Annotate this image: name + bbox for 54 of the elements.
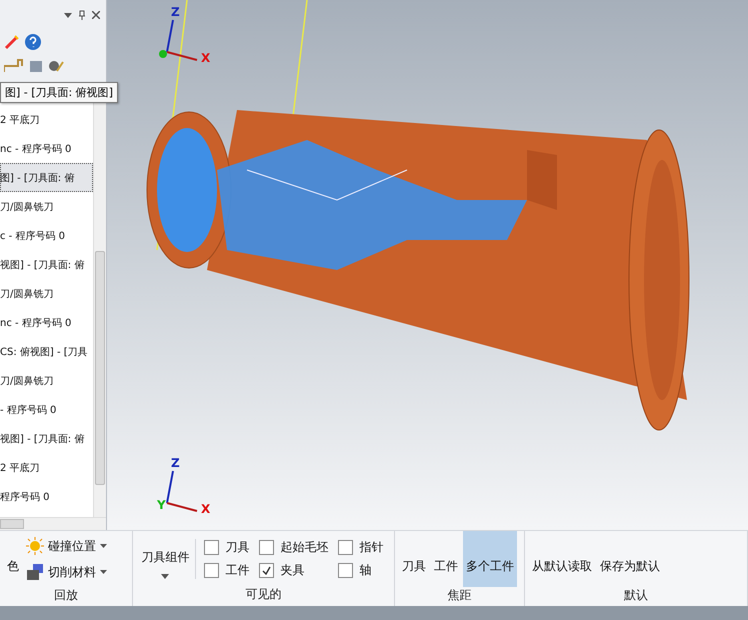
ribbon-menu-button[interactable]: 切削材料: [24, 561, 109, 583]
tooltip: 图] - [刀具面: 俯视图]: [0, 82, 118, 103]
group-label: 焦距: [446, 587, 473, 604]
axis-label: Z: [171, 5, 180, 19]
axis-label: Y: [157, 498, 166, 512]
caret-icon: [100, 570, 107, 574]
ribbon-button[interactable]: 保存为默认: [597, 531, 664, 587]
checkbox[interactable]: 指针: [338, 538, 384, 556]
toolpath-row[interactable]: 视图] - [刀具面: 俯: [0, 424, 93, 453]
checkbox[interactable]: 轴: [338, 562, 384, 578]
checkbox[interactable]: 工件: [204, 562, 250, 578]
ribbon-button[interactable]: 刀具: [398, 531, 429, 587]
checkbox[interactable]: 刀具: [204, 538, 250, 556]
toolpath-row[interactable]: CS: 俯视图] - [刀具: [0, 337, 93, 366]
vertical-scrollbar[interactable]: [93, 101, 106, 517]
dropdown-icon[interactable]: [64, 12, 72, 18]
horizontal-scrollbar[interactable]: [0, 517, 106, 530]
group-label: 可见的: [244, 586, 283, 603]
ribbon-dropdown[interactable]: 刀具组件: [137, 534, 194, 582]
checkbox[interactable]: 起始毛坯: [259, 538, 328, 556]
pin-icon[interactable]: [78, 10, 86, 20]
ribbon-button[interactable]: 工件: [430, 531, 461, 587]
toolpath-row[interactable]: 刀/圆鼻铣刀: [0, 192, 93, 221]
toolpath-row[interactable]: c - 程序号码 0: [0, 221, 93, 250]
ribbon-button[interactable]: 从默认读取: [529, 531, 596, 587]
sphere-pen-icon[interactable]: [48, 58, 64, 74]
wand-icon[interactable]: [4, 34, 20, 50]
toolpath-row[interactable]: 图] - [刀具面: 俯: [0, 163, 93, 192]
toolpath-row[interactable]: 2 平底刀: [0, 105, 93, 134]
toolpath-row[interactable]: - 程序号码 0: [0, 395, 93, 424]
axis-origin-icon: [159, 50, 167, 58]
help-icon[interactable]: [24, 33, 42, 51]
caret-icon: [100, 544, 107, 548]
ribbon-button[interactable]: 多个工件: [462, 531, 517, 587]
toolpath-row[interactable]: nc - 程序号码 0: [0, 134, 93, 163]
close-icon[interactable]: [92, 11, 100, 19]
axis-label: X: [201, 51, 210, 64]
toolpath-row[interactable]: 程序号码 0: [0, 482, 93, 511]
group-label: 回放: [53, 587, 80, 604]
caret-icon: [161, 574, 170, 578]
group-label: 默认: [623, 587, 650, 604]
checkmark-icon: [262, 566, 272, 574]
toolpath-row[interactable]: 刀/圆鼻铣刀: [0, 366, 93, 395]
axis-label: Z: [171, 456, 180, 470]
sun-icon: [26, 537, 44, 555]
toolpath-row[interactable]: nc - 程序号码 0: [0, 308, 93, 337]
ribbon-button[interactable]: 色: [4, 531, 22, 587]
ribbon-menu-button[interactable]: 碰撞位置: [24, 535, 109, 557]
cube-icon: [26, 563, 44, 581]
toolpath-row[interactable]: 2 平底刀: [0, 453, 93, 482]
toolpath-row[interactable]: 刀/圆鼻铣刀: [0, 279, 93, 308]
checkbox[interactable]: 夹具: [259, 562, 328, 578]
toolpath-row[interactable]: 视图] - [刀具面: 俯: [0, 250, 93, 279]
axis-label: X: [201, 502, 210, 515]
